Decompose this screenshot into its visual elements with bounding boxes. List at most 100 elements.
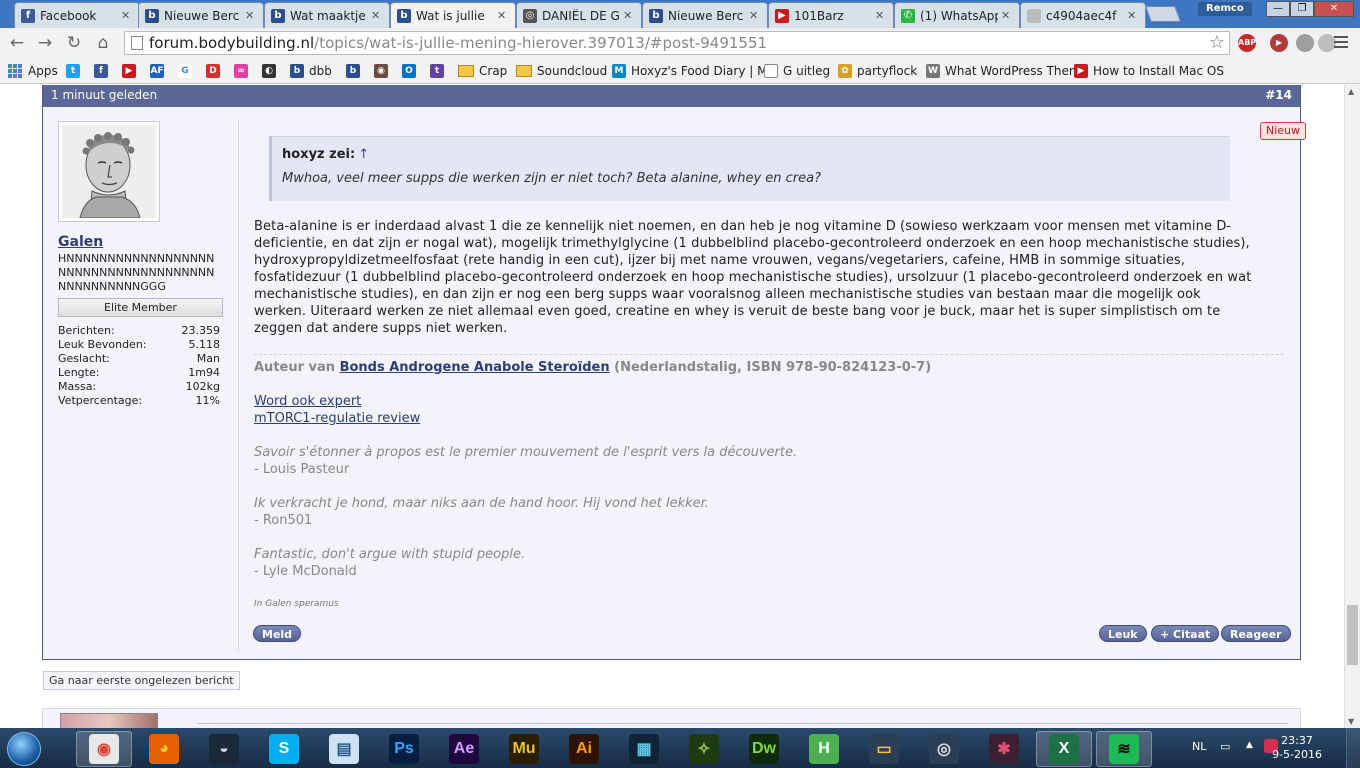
bookmark-crap[interactable]: Crap xyxy=(458,62,507,80)
close-tab-icon[interactable]: ✕ xyxy=(497,9,509,22)
quote-button[interactable]: + Citaat xyxy=(1151,625,1220,642)
bookmark-favicon-icon: G xyxy=(178,64,192,78)
post-number-link[interactable]: #14 xyxy=(1265,85,1292,105)
tray-expand-icon[interactable]: ▲ xyxy=(1246,740,1253,750)
bookmark-apps[interactable]: Apps xyxy=(8,62,58,80)
taskbar-app-button[interactable]: ◕ xyxy=(136,731,192,767)
tab-4[interactable]: b Wat is jullie ✕ xyxy=(390,2,516,28)
taskbar-app-button[interactable]: ✱ xyxy=(976,731,1032,767)
close-tab-icon[interactable]: ✕ xyxy=(749,9,761,22)
tab-1[interactable]: f Facebook ✕ xyxy=(14,2,140,28)
taskbar-app-button[interactable]: H xyxy=(796,731,852,767)
taskbar-app-button[interactable]: ◉ xyxy=(76,731,132,767)
taskbar-app-button[interactable]: X xyxy=(1036,731,1092,767)
reload-icon[interactable]: ↻ xyxy=(63,32,85,54)
page-scrollbar[interactable]: ▲ ▼ xyxy=(1344,85,1360,728)
bookmark-icon-1[interactable]: t xyxy=(66,62,85,80)
taskbar-app-button[interactable]: ◒ xyxy=(196,731,252,767)
battery-icon[interactable]: ▭ xyxy=(1220,740,1230,753)
address-bar[interactable]: forum.bodybuilding.nl/topics/wat-is-jull… xyxy=(124,31,1230,55)
taskbar-app-button[interactable]: ≋ xyxy=(1096,731,1152,767)
close-window-icon[interactable]: ✕ xyxy=(1314,1,1354,17)
scroll-up-arrow-icon[interactable]: ▲ xyxy=(1348,87,1354,96)
taskbar-app-button[interactable]: Ai xyxy=(556,731,612,767)
taskbar-app-button[interactable]: ◎ xyxy=(916,731,972,767)
bookmark-icon-6[interactable]: D xyxy=(206,62,225,80)
stat-value: 11% xyxy=(195,394,220,407)
home-icon[interactable]: ⌂ xyxy=(92,32,114,54)
quote-jump-arrow-icon[interactable]: ↑ xyxy=(358,147,369,162)
scrollbar-thumb[interactable] xyxy=(1347,605,1358,665)
close-tab-icon[interactable]: ✕ xyxy=(1001,9,1013,22)
youtube-ext-icon[interactable]: ▶ xyxy=(1270,34,1288,52)
bookmark-how-to-install-mac-os[interactable]: ▶ How to Install Mac OS xyxy=(1074,62,1224,80)
username-link[interactable]: Galen xyxy=(58,234,224,250)
bookmark-hoxyz-s-food-diary-m[interactable]: M Hoxyz's Food Diary | M xyxy=(612,62,767,80)
close-tab-icon[interactable]: ✕ xyxy=(371,9,383,22)
start-button[interactable] xyxy=(4,730,44,768)
maximize-icon[interactable]: ❐ xyxy=(1290,1,1314,17)
taskbar-app-button[interactable]: ▭ xyxy=(856,731,912,767)
reply-button[interactable]: Reageer xyxy=(1221,625,1291,642)
book-title-link[interactable]: Bonds Androgene Anabole Steroïden xyxy=(340,360,610,375)
tab-9[interactable]: c4904aec4f ✕ xyxy=(1020,2,1146,28)
close-tab-icon[interactable]: ✕ xyxy=(245,9,257,22)
bookmark-star-icon[interactable]: ☆ xyxy=(1209,32,1225,54)
bookmark-g-uitleg[interactable]: G uitleg xyxy=(764,62,830,80)
bookmark-icon-7[interactable]: ∞ xyxy=(234,62,253,80)
bookmark-dbb[interactable]: b dbb xyxy=(290,62,332,80)
adblock-icon[interactable]: ABP xyxy=(1238,34,1256,52)
tab-6[interactable]: b Nieuwe Berc ✕ xyxy=(642,2,768,28)
show-desktop-button[interactable] xyxy=(1346,728,1360,768)
report-button[interactable]: Meld xyxy=(253,625,302,642)
clock[interactable]: 23:37 9-5-2016 xyxy=(1272,734,1322,762)
ext-grey-icon[interactable] xyxy=(1296,34,1314,52)
taskbar-app-button[interactable]: ▤ xyxy=(316,731,372,767)
taskbar-app-button[interactable]: S xyxy=(256,731,312,767)
forward-arrow-icon[interactable]: → xyxy=(34,32,56,54)
mtorc1-review-link[interactable]: mTORC1-regulatie review xyxy=(254,410,1254,427)
taskbar-app-button[interactable]: ▦ xyxy=(616,731,672,767)
profile-button[interactable]: Remco xyxy=(1198,2,1252,16)
language-indicator[interactable]: NL xyxy=(1192,740,1206,753)
first-unread-button[interactable]: Ga naar eerste ongelezen bericht xyxy=(43,671,240,690)
close-tab-icon[interactable]: ✕ xyxy=(623,9,635,22)
tab-8[interactable]: ✆ (1) WhatsApp ✕ xyxy=(894,2,1020,28)
bookmark-icon-2[interactable]: f xyxy=(94,62,113,80)
tab-7[interactable]: ▶ 101Barz ✕ xyxy=(768,2,894,28)
bookmark-icon-8[interactable]: ◐ xyxy=(262,62,281,80)
minimize-icon[interactable]: — xyxy=(1266,1,1290,17)
scroll-down-arrow-icon[interactable]: ▼ xyxy=(1348,717,1354,726)
taskbar-app-button[interactable]: Ps xyxy=(376,731,432,767)
close-tab-icon[interactable]: ✕ xyxy=(875,9,887,22)
bookmark-icon-10[interactable]: b xyxy=(346,62,365,80)
tab-5[interactable]: ◎ DANIËL DE G ✕ xyxy=(516,2,642,28)
new-tab-button[interactable] xyxy=(1145,6,1181,22)
signature-quote-2-author: - Ron501 xyxy=(254,513,313,528)
tab-2[interactable]: b Nieuwe Berc ✕ xyxy=(138,2,264,28)
taskbar-app-button[interactable]: ✧ xyxy=(676,731,732,767)
taskbar-app-button[interactable]: Dw xyxy=(736,731,792,767)
bookmark-soundcloud[interactable]: Soundcloud xyxy=(516,62,607,80)
bookmark-icon-12[interactable]: O xyxy=(402,62,421,80)
chrome-menu-icon[interactable] xyxy=(1334,36,1348,50)
taskbar-app-button[interactable]: Ae xyxy=(436,731,492,767)
next-post-avatar[interactable] xyxy=(60,713,158,728)
close-tab-icon[interactable]: ✕ xyxy=(121,9,133,22)
bookmark-favicon-icon: t xyxy=(430,64,444,78)
bookmark-icon-4[interactable]: AF xyxy=(150,62,169,80)
bookmark-icon-13[interactable]: t xyxy=(430,62,449,80)
signature-quote-3: Fantastic, don't argue with stupid peopl… xyxy=(254,547,526,562)
like-button[interactable]: Leuk xyxy=(1099,625,1147,642)
bookmark-what-wordpress-then[interactable]: W What WordPress Then xyxy=(926,62,1077,80)
bookmark-icon-11[interactable]: ◉ xyxy=(374,62,393,80)
bookmark-partyflock[interactable]: ✿ partyflock xyxy=(838,62,917,80)
back-arrow-icon[interactable]: ← xyxy=(6,32,28,54)
bookmark-icon-5[interactable]: G xyxy=(178,62,197,80)
word-ook-expert-link[interactable]: Word ook expert xyxy=(254,393,1254,410)
taskbar-app-button[interactable]: Mu xyxy=(496,731,552,767)
close-tab-icon[interactable]: ✕ xyxy=(1127,9,1139,22)
avatar[interactable] xyxy=(58,121,160,222)
bookmark-icon-3[interactable]: ▶ xyxy=(122,62,141,80)
tab-3[interactable]: b Wat maaktje ✕ xyxy=(264,2,390,28)
